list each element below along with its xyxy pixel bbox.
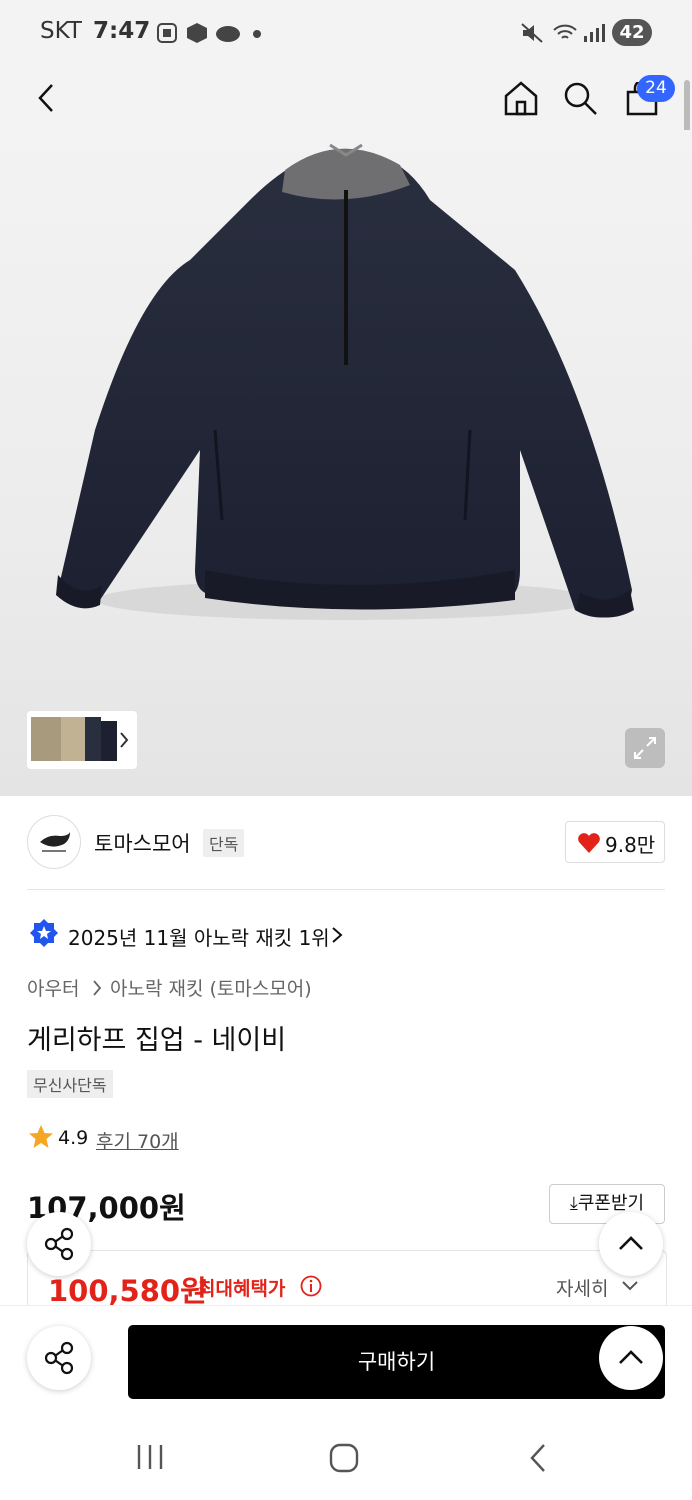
mute-icon (521, 23, 543, 43)
jacket-image (56, 143, 634, 620)
cloud-icon (216, 26, 240, 42)
ranking-link[interactable]: 2025년 11월 아노락 재킷 1위 (68, 922, 330, 951)
chevron-right-icon (332, 927, 343, 943)
share-icon (44, 1227, 74, 1261)
ranking-medal-icon (30, 919, 58, 947)
carrier-label: SKT (40, 18, 82, 44)
home-icon[interactable] (502, 80, 540, 116)
rating-value: 4.9 (58, 1127, 89, 1149)
breadcrumb-category[interactable]: 아우터 (27, 974, 79, 1001)
breadcrumb-subcategory[interactable]: 아노락 재킷 (토마스모어) (110, 974, 312, 1001)
exclusive-badge: 단독 (203, 829, 245, 857)
signal-icon (584, 24, 605, 42)
clock: 7:47 (93, 18, 151, 44)
thumbnail-image (31, 717, 129, 761)
breadcrumb-chevron-icon (93, 980, 102, 996)
battery-indicator: 42 (612, 19, 652, 46)
thumbnail-strip[interactable] (27, 711, 137, 769)
detail-link[interactable]: 자세히 (556, 1274, 608, 1301)
product-image[interactable] (0, 130, 692, 796)
buy-button[interactable]: 구매하기 (128, 1325, 665, 1399)
star-icon (29, 1125, 53, 1148)
reviews-link[interactable]: 후기 70개 (96, 1127, 179, 1154)
share-button[interactable] (27, 1326, 91, 1390)
brand-name[interactable]: 토마스모어 (94, 828, 191, 858)
expand-button[interactable] (625, 728, 665, 768)
heart-icon (578, 833, 600, 853)
home-nav-icon[interactable] (328, 1442, 360, 1474)
brand-logo[interactable] (27, 815, 81, 869)
like-count: 9.8만 (605, 833, 656, 857)
product-title: 게리하프 집업 - 네이비 (27, 1025, 287, 1056)
recent-apps-icon[interactable] (134, 1443, 166, 1471)
dot-icon (253, 30, 261, 38)
chevron-up-icon (619, 1350, 643, 1364)
whale-logo-icon (40, 832, 70, 852)
scroll-top-button[interactable] (599, 1326, 663, 1390)
cart-count-badge: 24 (637, 75, 675, 102)
download-icon: ⤓ (569, 1193, 578, 1214)
info-icon[interactable] (300, 1275, 322, 1297)
coupon-label: 쿠폰받기 (577, 1193, 645, 1214)
search-icon[interactable] (562, 80, 600, 116)
divider (27, 889, 665, 890)
share-button-floating[interactable] (27, 1212, 91, 1276)
exclusive-tag: 무신사단독 (27, 1070, 113, 1098)
screenshot-icon (157, 23, 177, 43)
expand-icon (634, 737, 656, 759)
chevron-down-icon (622, 1281, 638, 1291)
app-icon (187, 23, 207, 43)
max-benefit-label: 최대혜택가 (198, 1278, 286, 1300)
wifi-icon (553, 24, 577, 39)
chevron-up-icon (619, 1236, 643, 1250)
back-arrow-icon[interactable] (34, 82, 60, 114)
share-icon (44, 1341, 74, 1375)
scroll-top-button-floating[interactable] (599, 1212, 663, 1276)
back-nav-icon[interactable] (526, 1442, 550, 1474)
